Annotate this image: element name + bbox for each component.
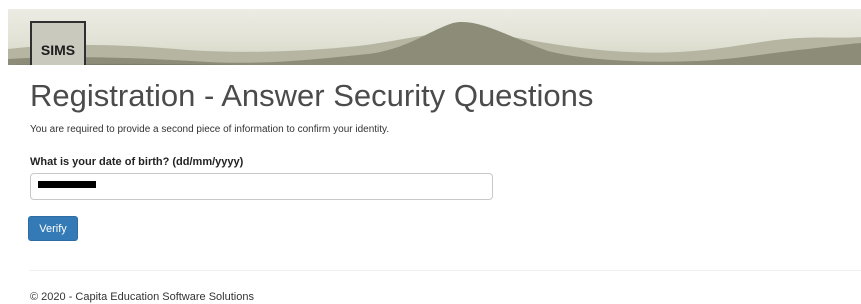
verify-button[interactable]: Verify (28, 216, 78, 241)
dob-question-label: What is your date of birth? (dd/mm/yyyy) (30, 156, 244, 168)
mountain-landscape-image (8, 21, 861, 65)
page-title: Registration - Answer Security Questions (30, 78, 594, 113)
dob-input[interactable] (30, 173, 493, 200)
intro-text: You are required to provide a second pie… (30, 124, 390, 135)
redaction-bar (38, 181, 96, 188)
header-banner: SIMS (8, 9, 861, 65)
sims-logo: SIMS (30, 21, 86, 65)
footer-divider (30, 270, 861, 271)
footer-copyright: © 2020 - Capita Education Software Solut… (30, 291, 254, 303)
